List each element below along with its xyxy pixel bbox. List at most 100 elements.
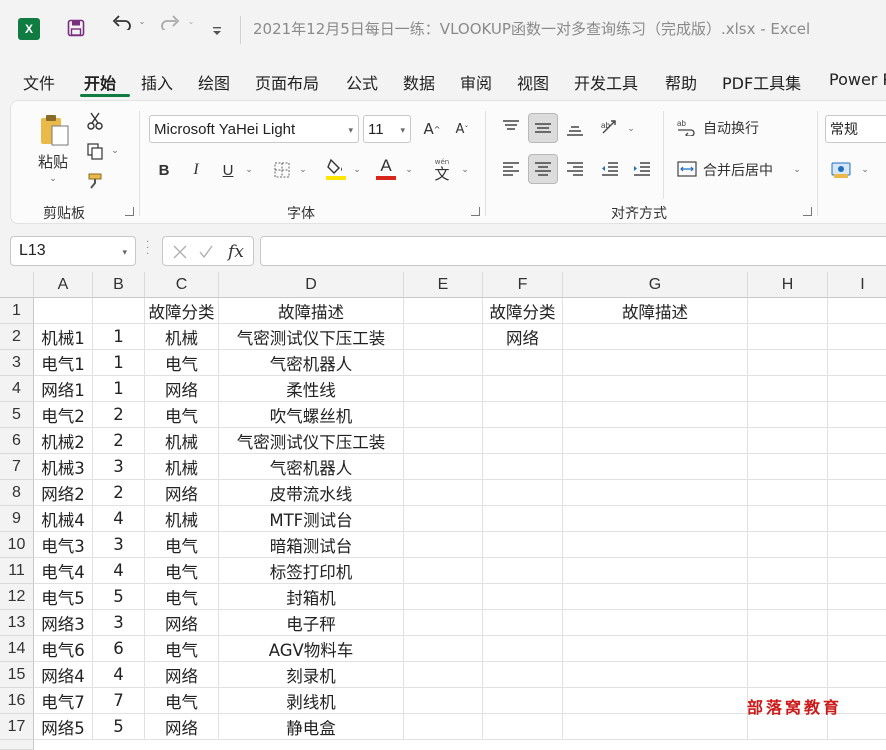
save-icon[interactable]	[66, 18, 86, 38]
cell[interactable]: 4	[93, 506, 145, 532]
cell[interactable]: 电气7	[34, 688, 93, 714]
cell[interactable]	[563, 480, 748, 506]
cell[interactable]	[748, 402, 828, 428]
orientation-dropdown-icon[interactable]: ⌄	[625, 123, 637, 135]
cell[interactable]: 1	[93, 350, 145, 376]
cell[interactable]	[828, 324, 886, 350]
cell[interactable]: 机械	[145, 324, 219, 350]
cell[interactable]	[483, 480, 563, 506]
cell[interactable]: 电气1	[34, 350, 93, 376]
cell[interactable]	[748, 298, 828, 324]
column-header[interactable]: D	[219, 272, 404, 298]
cell[interactable]: 故障描述	[219, 298, 404, 324]
cell[interactable]: 电气5	[34, 584, 93, 610]
excel-icon[interactable]: X	[18, 18, 40, 40]
cell[interactable]: 封箱机	[219, 584, 404, 610]
cell[interactable]	[404, 584, 483, 610]
clipboard-launcher-icon[interactable]	[125, 207, 134, 216]
cell[interactable]	[404, 402, 483, 428]
tab-review[interactable]: 审阅	[460, 70, 492, 94]
cell[interactable]: 3	[93, 532, 145, 558]
cell[interactable]: 网络	[483, 324, 563, 350]
row-header[interactable]: 5	[0, 402, 34, 428]
cell[interactable]: 机械3	[34, 454, 93, 480]
font-color-icon[interactable]: A	[375, 153, 397, 183]
fill-color-icon[interactable]	[325, 155, 347, 183]
accounting-format-icon[interactable]	[829, 157, 855, 183]
cell[interactable]: 7	[93, 688, 145, 714]
phonetic-guide-icon[interactable]: wén 文	[431, 157, 453, 183]
cell[interactable]	[828, 558, 886, 584]
cell[interactable]: 气密机器人	[219, 350, 404, 376]
cell[interactable]	[483, 662, 563, 688]
tab-home[interactable]: 开始	[84, 70, 116, 94]
underline-button[interactable]: U	[217, 157, 239, 183]
cell[interactable]: 电气4	[34, 558, 93, 584]
cut-icon[interactable]	[83, 109, 107, 133]
row-header[interactable]: 12	[0, 584, 34, 610]
row-header[interactable]: 17	[0, 714, 34, 740]
cell[interactable]	[404, 532, 483, 558]
row-header[interactable]: 16	[0, 688, 34, 714]
cell[interactable]: 刻录机	[219, 662, 404, 688]
cell[interactable]: 吹气螺丝机	[219, 402, 404, 428]
cell[interactable]: 网络	[145, 376, 219, 402]
cell[interactable]	[563, 454, 748, 480]
column-header[interactable]: G	[563, 272, 748, 298]
cell[interactable]	[748, 584, 828, 610]
cell[interactable]	[828, 636, 886, 662]
cell[interactable]	[563, 636, 748, 662]
cell[interactable]: MTF测试台	[219, 506, 404, 532]
cell[interactable]	[748, 506, 828, 532]
paste-dropdown-icon[interactable]: ⌄	[45, 173, 61, 185]
cell[interactable]: 静电盒	[219, 714, 404, 740]
insert-function-icon[interactable]: fx	[223, 239, 249, 265]
cell[interactable]: 机械	[145, 454, 219, 480]
cell[interactable]	[483, 350, 563, 376]
cell[interactable]	[483, 636, 563, 662]
cell[interactable]: 网络	[145, 480, 219, 506]
cell[interactable]	[404, 636, 483, 662]
font-name-select[interactable]: Microsoft YaHei Light ▾	[149, 115, 359, 143]
cancel-icon[interactable]	[169, 241, 191, 263]
cell[interactable]	[483, 558, 563, 584]
paste-label[interactable]: 粘贴	[31, 151, 75, 171]
cell[interactable]	[483, 584, 563, 610]
column-header[interactable]: B	[93, 272, 145, 298]
merge-center-button[interactable]: 合并后居中	[703, 159, 773, 181]
cell[interactable]	[748, 428, 828, 454]
cell[interactable]	[404, 662, 483, 688]
orientation-icon[interactable]: ab	[597, 115, 623, 139]
tab-insert[interactable]: 插入	[141, 70, 173, 94]
copy-dropdown-icon[interactable]: ⌄	[109, 145, 121, 157]
cell[interactable]: 机械2	[34, 428, 93, 454]
customize-qat-icon[interactable]	[210, 24, 224, 38]
cell[interactable]: 网络4	[34, 662, 93, 688]
column-header[interactable]: H	[748, 272, 828, 298]
cell[interactable]	[404, 376, 483, 402]
align-top-icon[interactable]	[497, 113, 525, 141]
cell[interactable]: 1	[93, 376, 145, 402]
cell[interactable]: 电气	[145, 636, 219, 662]
tab-file[interactable]: 文件	[23, 70, 55, 94]
cell[interactable]	[563, 506, 748, 532]
cell[interactable]: 5	[93, 714, 145, 740]
align-middle-icon[interactable]	[528, 113, 558, 143]
cell[interactable]	[404, 324, 483, 350]
select-all-corner[interactable]	[0, 272, 34, 298]
align-bottom-icon[interactable]	[561, 115, 589, 143]
cell[interactable]	[748, 636, 828, 662]
cell[interactable]: 4	[93, 662, 145, 688]
formula-bar-grip-icon[interactable]: · · ·	[146, 238, 150, 260]
cell[interactable]	[828, 662, 886, 688]
underline-dropdown-icon[interactable]: ⌄	[243, 163, 255, 177]
font-size-select[interactable]: 11 ▾	[363, 115, 411, 143]
undo-dropdown-icon[interactable]: ⌄	[137, 14, 147, 28]
cell[interactable]: 3	[93, 610, 145, 636]
cell[interactable]: 电气6	[34, 636, 93, 662]
font-launcher-icon[interactable]	[471, 207, 480, 216]
wrap-text-button[interactable]: 自动换行	[703, 117, 759, 139]
cell[interactable]: 机械	[145, 428, 219, 454]
cell[interactable]: 2	[93, 480, 145, 506]
decrease-font-size-icon[interactable]: Aˇ	[451, 117, 473, 141]
